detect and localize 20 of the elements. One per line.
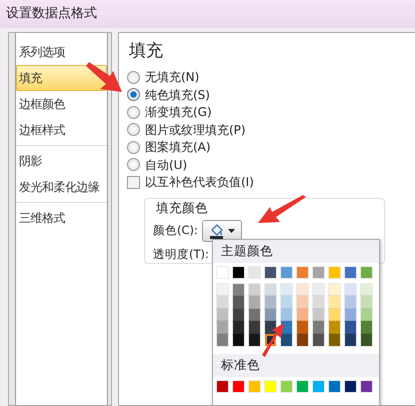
- option-label: 自动(U): [145, 156, 188, 174]
- option-label: 渐变填充(G): [145, 104, 212, 122]
- sidebar-item[interactable]: 边框颜色: [16, 91, 107, 117]
- window-title: 设置数据点格式: [0, 0, 415, 28]
- menu-section-label: 主题颜色: [213, 240, 379, 263]
- sidebar-item[interactable]: 系列选项: [16, 39, 107, 65]
- option-label: 无填充(N): [145, 69, 200, 86]
- sidebar-item[interactable]: 三维格式: [16, 205, 107, 231]
- option-label: 图片或纹理填充(P): [145, 122, 246, 139]
- sidebar-item[interactable]: 阴影: [16, 148, 107, 174]
- sidebar-item[interactable]: 边框样式: [16, 117, 107, 143]
- option-label: 纯色填充(S): [145, 86, 210, 104]
- section-heading: 填充: [129, 40, 164, 63]
- option-label: 以互补色代表负值(I): [145, 174, 254, 192]
- menu-section-label: 标准色: [213, 354, 379, 377]
- sidebar-item[interactable]: 填充: [16, 65, 107, 91]
- field-label: 颜色(C):: [153, 222, 198, 239]
- option-label: 图案填充(A): [145, 139, 211, 156]
- sidebar-item[interactable]: 发光和柔化边缘: [16, 174, 107, 200]
- field-label: 透明度(T):: [153, 246, 209, 263]
